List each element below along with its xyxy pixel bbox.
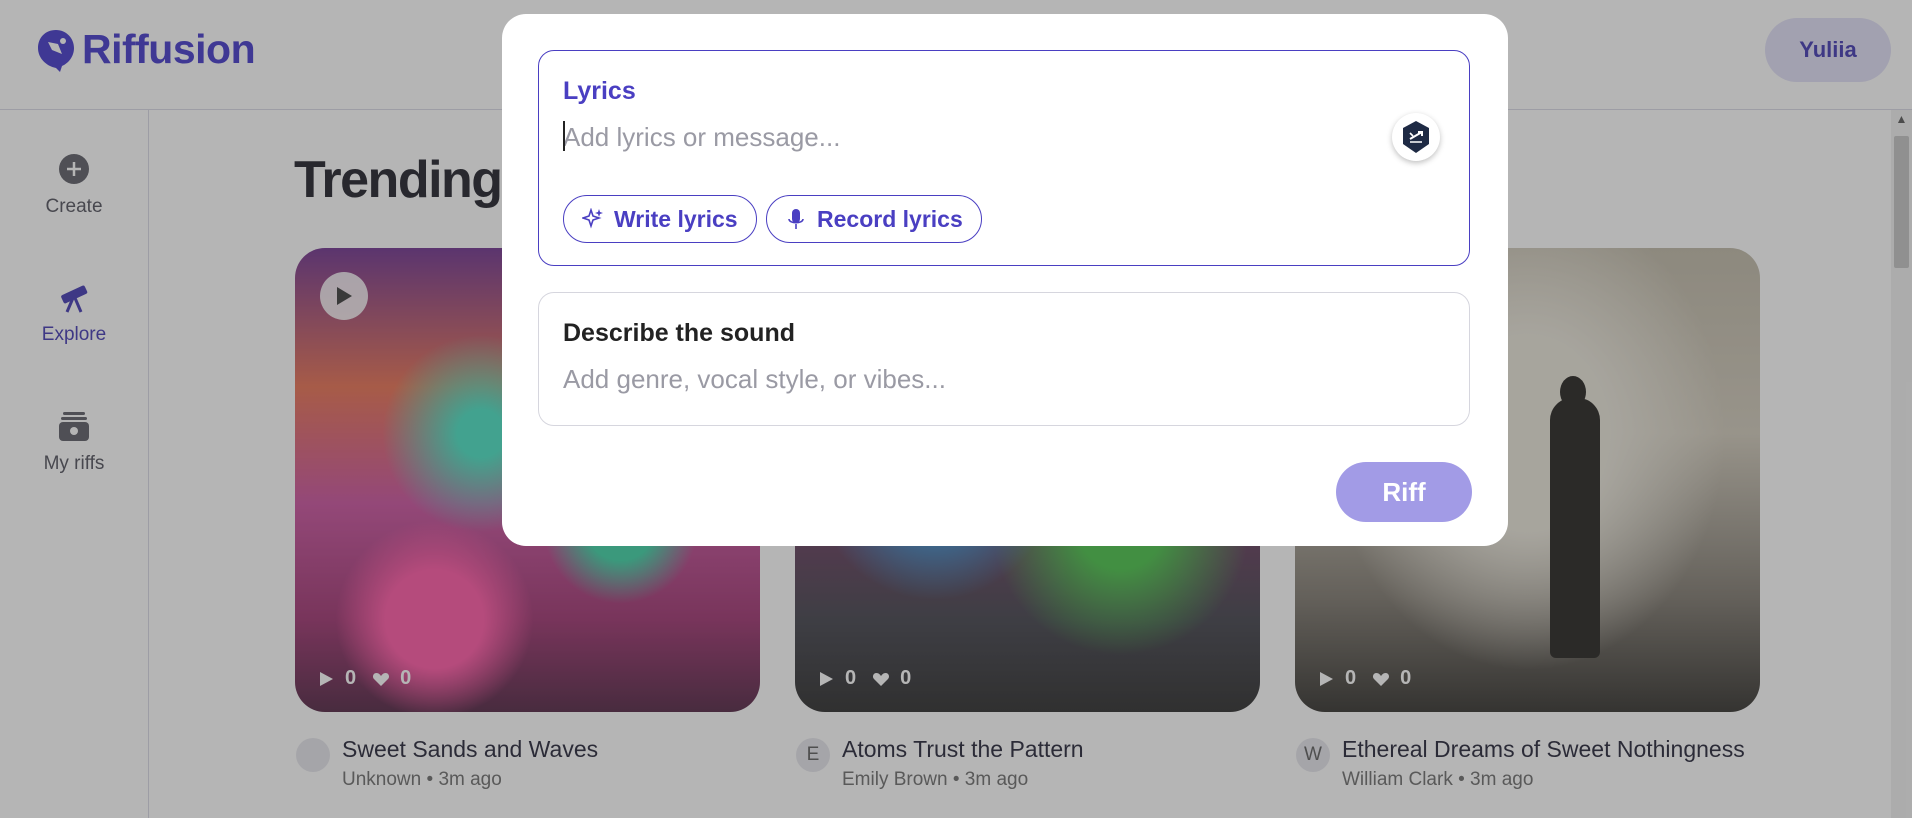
sound-label: Describe the sound — [563, 319, 795, 347]
record-lyrics-button[interactable]: Record lyrics — [766, 195, 982, 243]
ai-suggest-button[interactable] — [1392, 113, 1440, 161]
lyrics-input[interactable] — [563, 119, 1383, 155]
sound-description-input[interactable] — [563, 361, 1423, 397]
lyrics-panel: Lyrics Write lyrics Record lyrics — [538, 50, 1470, 266]
sound-panel: Describe the sound — [538, 292, 1470, 426]
create-riff-modal: Lyrics Write lyrics Record lyrics — [502, 14, 1508, 546]
record-lyrics-label: Record lyrics — [817, 205, 963, 232]
write-lyrics-label: Write lyrics — [614, 205, 738, 232]
sparkles-icon — [582, 208, 603, 229]
microphone-icon — [788, 209, 804, 229]
ai-assist-icon — [1403, 121, 1429, 153]
lyrics-label: Lyrics — [563, 77, 636, 105]
text-caret — [563, 121, 565, 151]
write-lyrics-button[interactable]: Write lyrics — [563, 195, 757, 243]
riff-submit-button[interactable]: Riff — [1336, 462, 1472, 522]
